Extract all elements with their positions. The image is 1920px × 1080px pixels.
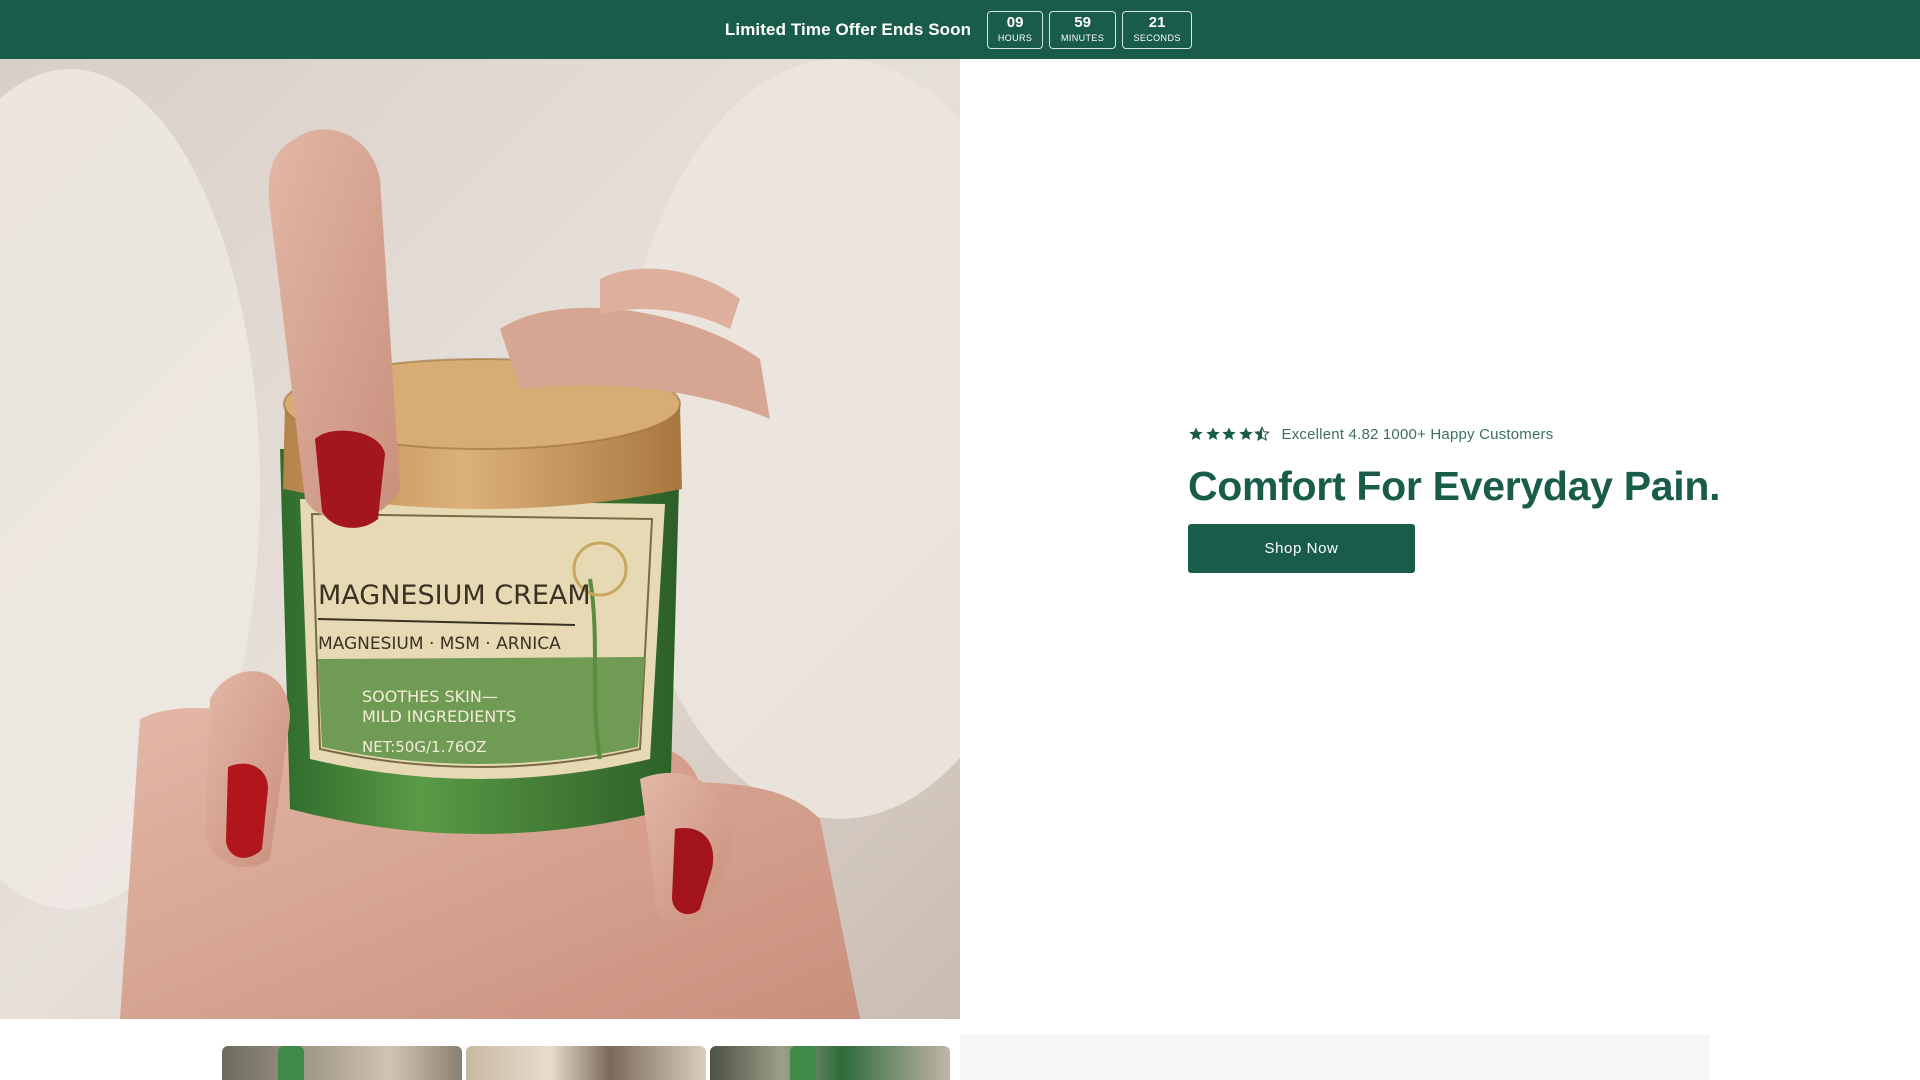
countdown-seconds-unit: SECONDS <box>1133 33 1181 43</box>
countdown-minutes-value: 59 <box>1074 14 1091 31</box>
countdown-minutes: 59 MINUTES <box>1049 10 1117 49</box>
product-illustration: MAGNESIUM CREAM MAGNESIUM · MSM · ARNICA… <box>0 59 960 1019</box>
star-icon <box>1222 427 1236 440</box>
hero-headline: Comfort For Everyday Pain. <box>1188 463 1721 509</box>
jar-label-line2: MILD INGREDIENTS <box>362 707 516 726</box>
countdown-hours-unit: HOURS <box>997 33 1033 43</box>
star-half-icon <box>1254 426 1270 442</box>
rating-row: Excellent 4.82 1000+ Happy Customers <box>1188 420 1808 448</box>
star-icon <box>1238 427 1253 440</box>
countdown-hours: 09 HOURS <box>987 10 1044 49</box>
thumbnail-image[interactable] <box>222 1046 462 1080</box>
shop-now-button[interactable]: Shop Now <box>1188 524 1415 573</box>
countdown-hours-value: 09 <box>1006 14 1024 31</box>
offer-text: Limited Time Offer Ends Soon <box>724 19 972 39</box>
countdown-seconds-value: 21 <box>1148 14 1166 31</box>
announcement-bar: Limited Time Offer Ends Soon 09 HOURS 59… <box>0 0 1920 59</box>
rating-text: Excellent 4.82 1000+ Happy Customers <box>1281 425 1554 443</box>
jar-label-line1: SOOTHES SKIN— <box>362 687 498 706</box>
jar-label-net: NET:50G/1.76OZ <box>362 738 487 756</box>
countdown-minutes-unit: MINUTES <box>1060 33 1105 43</box>
hero-product-image: MAGNESIUM CREAM MAGNESIUM · MSM · ARNICA… <box>0 59 960 1019</box>
jar-label: MAGNESIUM CREAM MAGNESIUM · MSM · ARNICA… <box>300 499 665 779</box>
hero-copy: Excellent 4.82 1000+ Happy Customers Com… <box>1188 420 1808 573</box>
thumbnail-strip <box>222 1046 950 1080</box>
countdown-seconds: 21 SECONDS <box>1122 10 1193 49</box>
star-rating <box>1188 426 1271 442</box>
thumbnail-image[interactable] <box>710 1046 950 1080</box>
star-icon <box>1205 427 1220 440</box>
thumbnail-image[interactable] <box>466 1046 706 1080</box>
lower-section-panel <box>960 1035 1710 1080</box>
star-icon <box>1189 427 1203 440</box>
jar-label-title: MAGNESIUM CREAM <box>318 580 591 611</box>
jar-label-ingredients: MAGNESIUM · MSM · ARNICA <box>318 634 561 654</box>
